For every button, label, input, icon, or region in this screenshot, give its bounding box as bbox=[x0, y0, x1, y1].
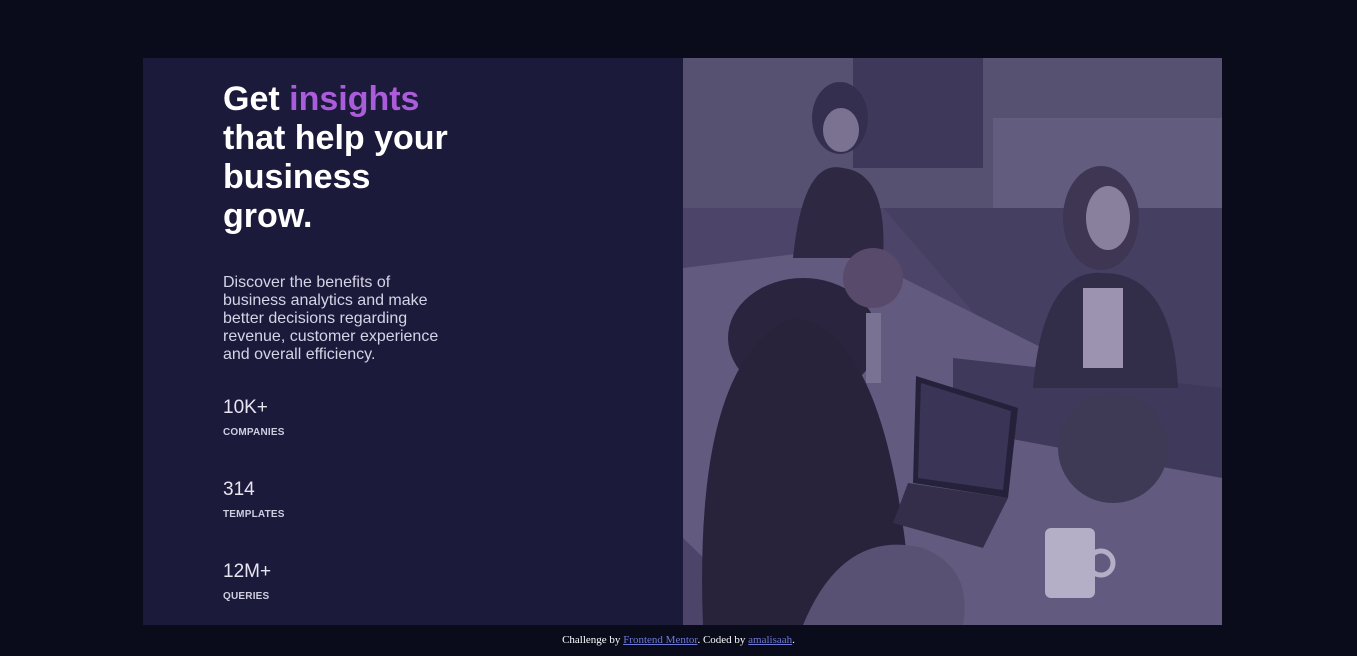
stat-label: TEMPLATES bbox=[223, 509, 285, 520]
hero-text: Get insights that help your business gro… bbox=[223, 80, 463, 364]
office-photo bbox=[683, 58, 1222, 625]
title-prefix: Get bbox=[223, 80, 290, 118]
hero-title: Get insights that help your business gro… bbox=[223, 80, 463, 236]
stat-label: COMPANIES bbox=[223, 427, 285, 438]
footer-text: . Coded by bbox=[697, 634, 749, 646]
stat-value: 10K+ bbox=[223, 397, 268, 418]
frontend-mentor-link[interactable]: Frontend Mentor bbox=[623, 634, 697, 646]
title-rest: that help your business grow. bbox=[223, 119, 448, 235]
attribution-footer: Challenge by Frontend Mentor. Coded by a… bbox=[0, 634, 1357, 646]
stat-queries: 12M+ QUERIES bbox=[223, 561, 271, 602]
stat-value: 314 bbox=[223, 479, 255, 500]
stat-templates: 314 TEMPLATES bbox=[223, 479, 285, 520]
stat-companies: 10K+ COMPANIES bbox=[223, 397, 285, 438]
footer-text: Challenge by bbox=[562, 634, 624, 646]
title-accent: insights bbox=[289, 80, 420, 118]
stats-card: Get insights that help your business gro… bbox=[143, 58, 1222, 625]
author-link[interactable]: amalisaah bbox=[748, 634, 792, 646]
hero-description: Discover the benefits of business analyt… bbox=[223, 274, 439, 363]
office-photo-illustration bbox=[683, 58, 1222, 625]
stat-label: QUERIES bbox=[223, 591, 270, 602]
footer-text: . bbox=[792, 634, 795, 646]
stat-value: 12M+ bbox=[223, 561, 272, 582]
